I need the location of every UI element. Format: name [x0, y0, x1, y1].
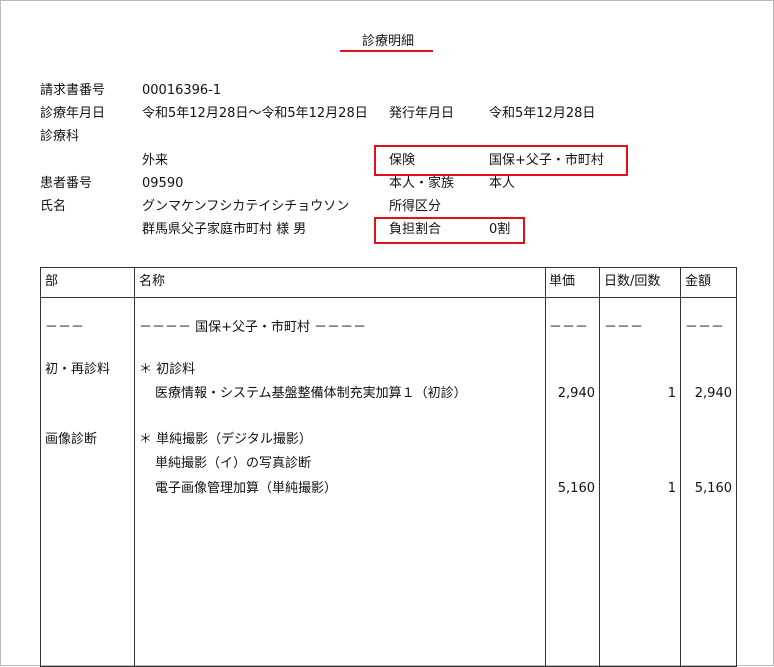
col-header-section: 部 [45, 274, 59, 289]
line-item-amount: 5,160 [694, 481, 732, 496]
document-title: 診療明細 [362, 34, 415, 49]
col-divider-3 [599, 267, 600, 667]
invoice-no-label: 請求書番号 [40, 83, 106, 98]
line-item-amount: 2,940 [694, 386, 732, 401]
income-label: 所得区分 [389, 199, 442, 214]
group-section-label: 画像診断 [45, 432, 98, 447]
family-label: 本人・家族 [389, 176, 455, 191]
col-divider-1 [134, 267, 135, 667]
col-header-name: 名称 [139, 274, 166, 289]
copay-highlight-box [374, 217, 525, 244]
date-range: 令和5年12月28日～令和5年12月28日 [142, 106, 368, 121]
divider-unit: －－－ [549, 320, 589, 335]
issue-date: 令和5年12月28日 [489, 106, 596, 121]
col-divider-2 [545, 267, 546, 667]
issue-label: 発行年月日 [389, 106, 455, 121]
line-item-name: 電子画像管理加算（単純撮影） [155, 481, 338, 496]
divider-name: －－－－ 国保+父子・市町村 －－－－ [139, 320, 367, 335]
department-label: 診療科 [40, 129, 80, 144]
divider-section: －－－ [45, 320, 85, 335]
divider-amount: －－－ [685, 320, 725, 335]
group-section-label: 初・再診料 [45, 362, 111, 377]
line-item-count: 1 [667, 481, 676, 496]
line-item-name: 単純撮影（イ）の写真診断 [155, 456, 312, 471]
patient-no-label: 患者番号 [40, 176, 93, 191]
col-header-count: 日数/回数 [604, 274, 661, 289]
line-item-name: 医療情報・システム基盤整備体制充実加算１（初診） [155, 386, 467, 401]
patient-no: 09590 [142, 176, 184, 191]
group-header: ＊ 初診料 [139, 362, 196, 377]
title-underline [340, 50, 433, 52]
line-item-unit: 5,160 [557, 481, 595, 496]
col-divider-4 [680, 267, 681, 667]
name-label: 氏名 [40, 199, 67, 214]
date-label: 診療年月日 [40, 106, 106, 121]
divider-count: －－－ [604, 320, 644, 335]
invoice-no: 00016396-1 [142, 83, 222, 98]
department-value: 外来 [142, 153, 169, 168]
family-value: 本人 [489, 176, 516, 191]
insurance-highlight-box [374, 145, 628, 176]
line-item-count: 1 [667, 386, 676, 401]
col-header-unit: 単価 [549, 274, 576, 289]
name-kanji: 群馬県父子家庭市町村 様 男 [142, 222, 307, 237]
col-header-amount: 金額 [685, 274, 712, 289]
header-row-divider [40, 297, 737, 298]
name-kana: グンマケンフシカテイシチョウソン [142, 199, 350, 214]
group-header: ＊ 単純撮影（デジタル撮影） [139, 432, 312, 447]
line-item-unit: 2,940 [557, 386, 595, 401]
